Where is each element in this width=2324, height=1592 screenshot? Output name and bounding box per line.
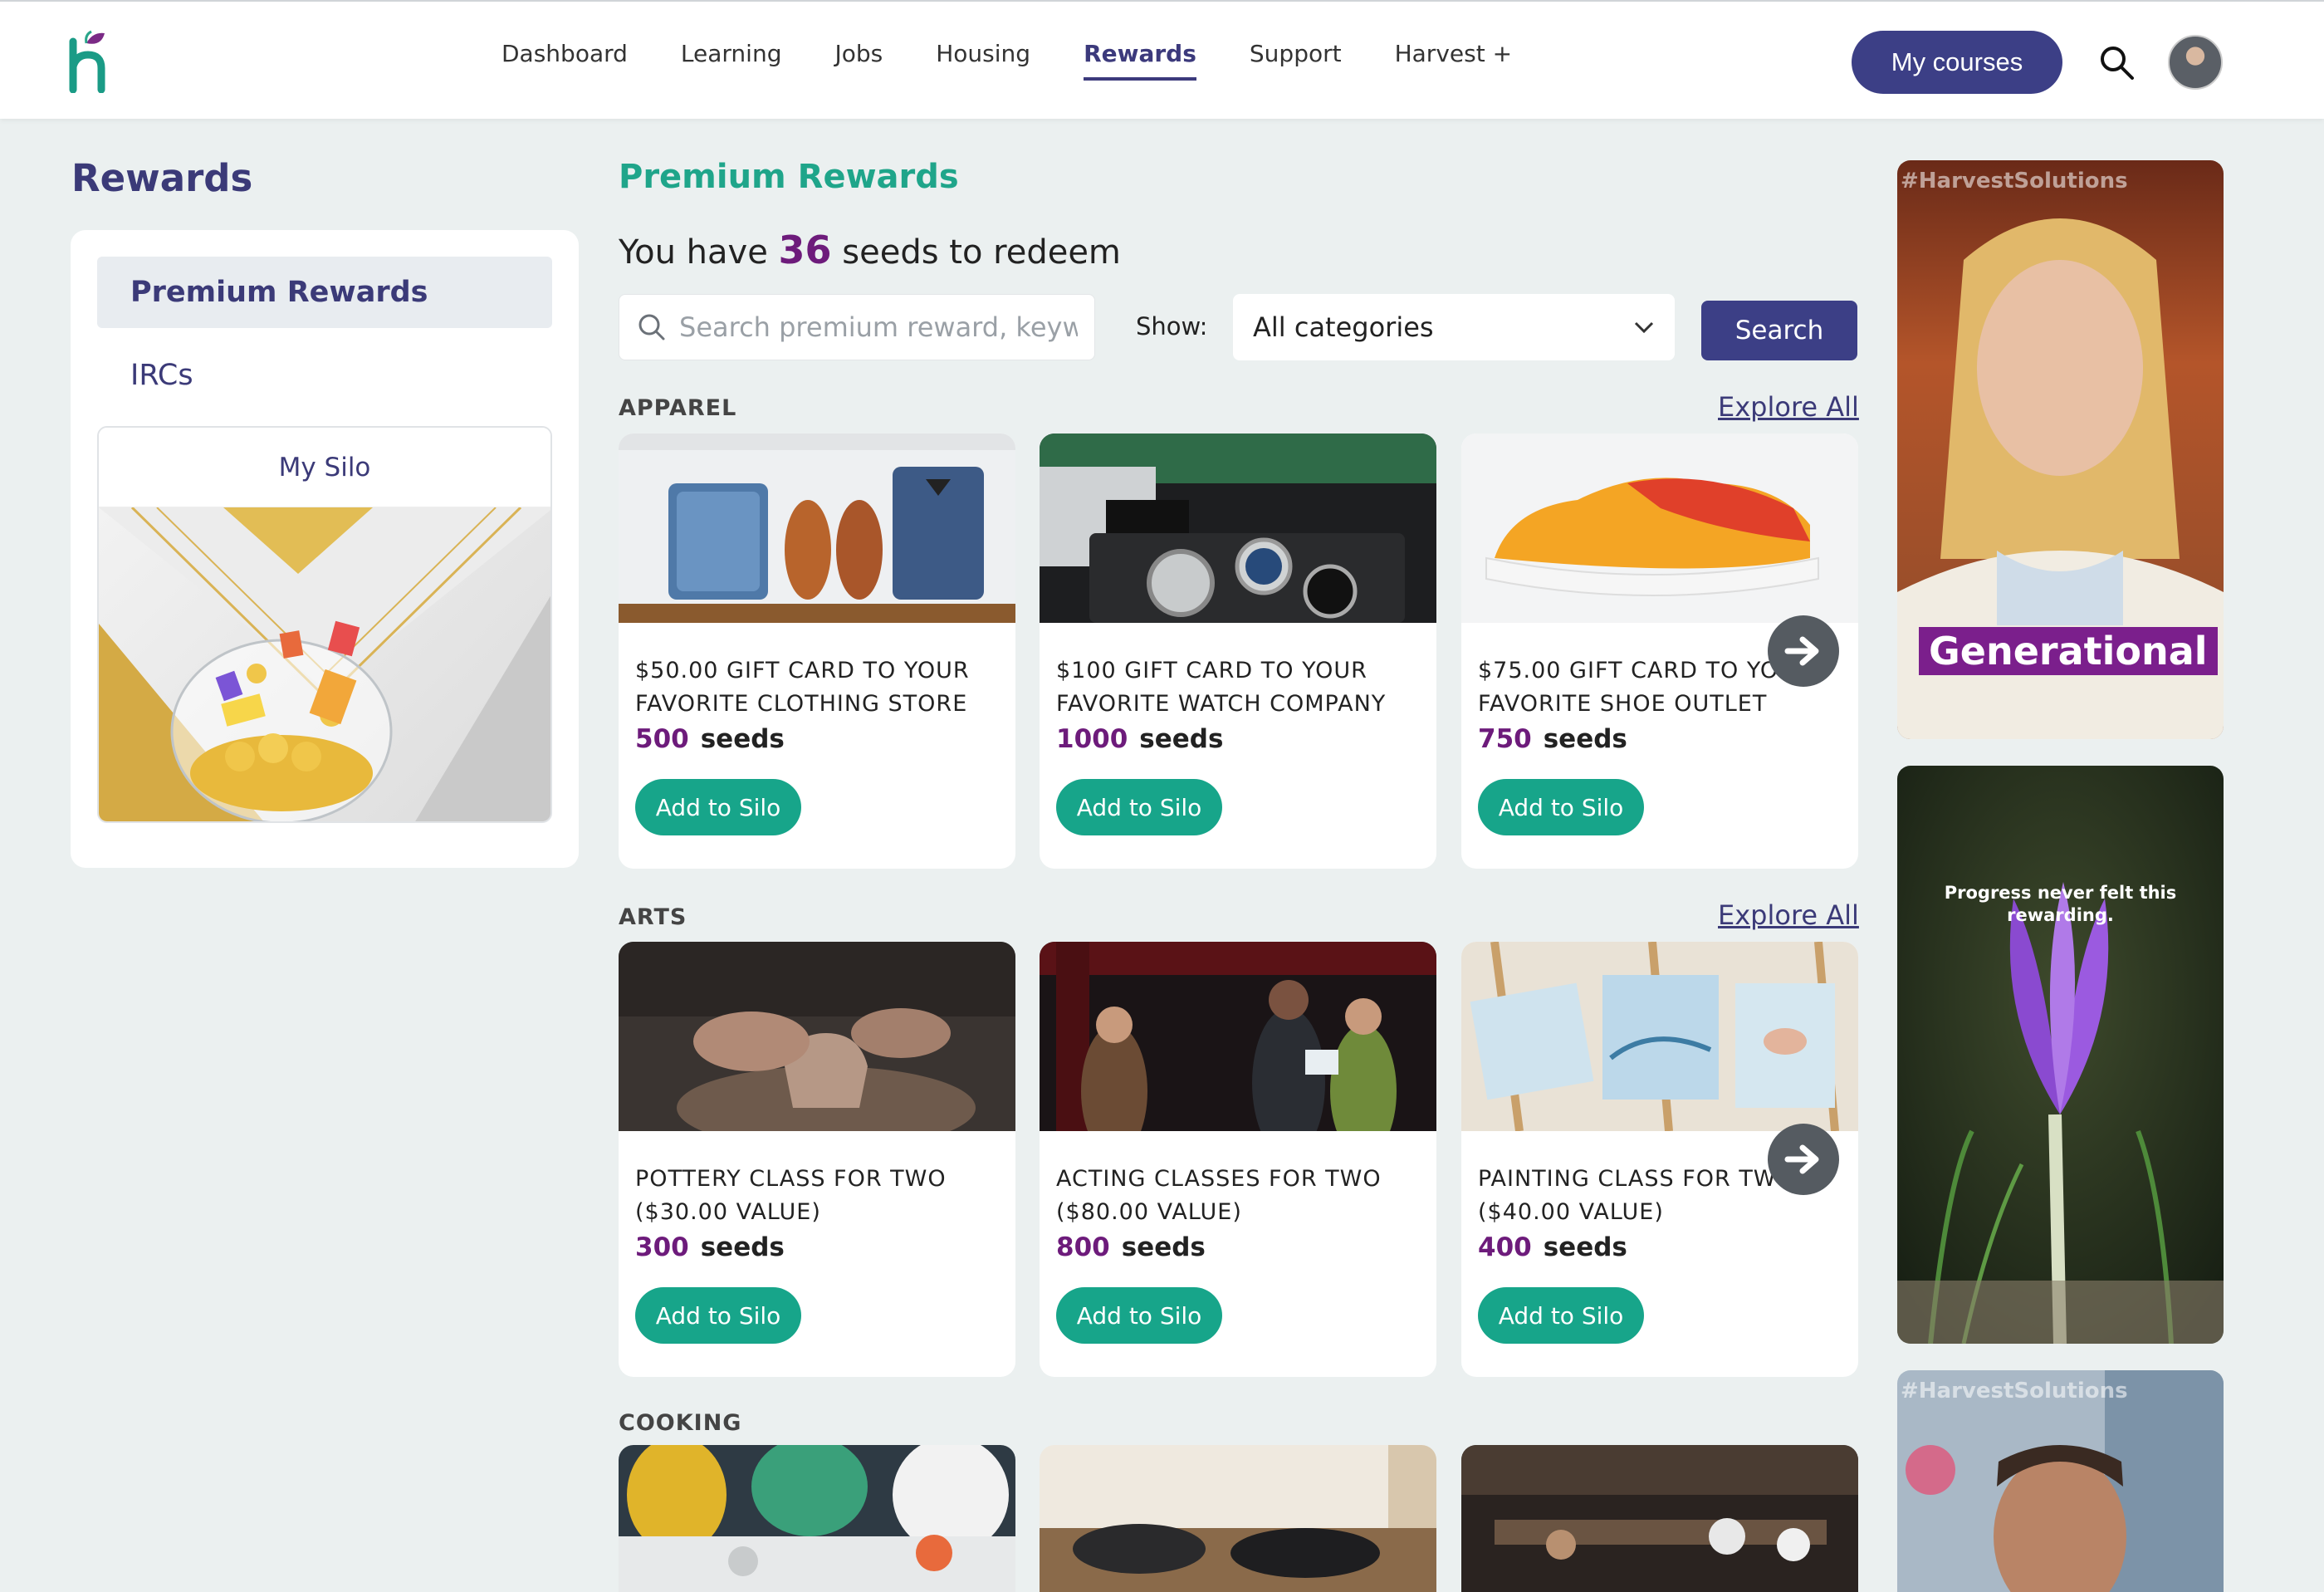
video-caption: Generational	[1919, 627, 2218, 675]
price-unit: seeds	[1543, 724, 1627, 754]
main-nav: Dashboard Learning Jobs Housing Rewards …	[501, 40, 1565, 81]
carousel-next-apparel[interactable]	[1768, 615, 1839, 687]
arrow-right-icon	[1784, 1144, 1819, 1174]
reward-price: 300 seeds	[635, 1232, 785, 1262]
section-label-cooking: COOKING	[619, 1410, 742, 1436]
seeds-count: 36	[778, 228, 832, 272]
reward-card: POTTERY CLASS FOR TWO ($30.00 VALUE) 300…	[619, 942, 1015, 1377]
price-value: 800	[1056, 1232, 1110, 1262]
seeds-suffix: seeds to redeem	[842, 233, 1121, 272]
arrow-right-icon	[1784, 636, 1819, 666]
watch-image	[1040, 434, 1436, 623]
nav-housing[interactable]: Housing	[936, 40, 1030, 81]
silo-jar-illustration	[99, 507, 550, 821]
reward-price: 500 seeds	[635, 724, 785, 754]
nav-learning[interactable]: Learning	[681, 40, 782, 81]
search-button[interactable]: Search	[1701, 301, 1857, 360]
price-value: 300	[635, 1232, 689, 1262]
harvest-logo[interactable]	[68, 30, 110, 93]
reward-price: 750 seeds	[1478, 724, 1627, 754]
price-unit: seeds	[1543, 1232, 1627, 1262]
price-value: 1000	[1056, 724, 1128, 754]
category-select[interactable]: All categories	[1233, 294, 1675, 360]
reward-search-input[interactable]	[679, 311, 1078, 343]
price-unit: seeds	[1139, 724, 1224, 754]
nav-harvest-plus[interactable]: Harvest +	[1395, 40, 1512, 81]
nav-rewards[interactable]: Rewards	[1084, 40, 1196, 81]
reward-title: $100 GIFT CARD TO YOUR FAVORITE WATCH CO…	[1056, 658, 1387, 717]
carousel-next-arts[interactable]	[1768, 1124, 1839, 1195]
cooking-class-image[interactable]	[619, 1445, 1015, 1592]
video-caption: Progress never felt this rewarding.	[1944, 883, 2177, 925]
reward-search-field[interactable]	[619, 294, 1095, 360]
category-selected-value: All categories	[1253, 311, 1434, 343]
seeds-balance: You have 36 seeds to redeem	[619, 228, 1121, 272]
reward-title: ACTING CLASSES FOR TWO ($80.00 VALUE)	[1056, 1166, 1382, 1225]
video-hashtag: #HarvestSolutions	[1901, 169, 2128, 193]
explore-all-arts[interactable]: Explore All	[1718, 899, 1859, 931]
nav-dashboard[interactable]: Dashboard	[501, 40, 628, 81]
chevron-down-icon	[1634, 321, 1654, 334]
my-courses-button[interactable]: My courses	[1852, 31, 2062, 94]
nav-support[interactable]: Support	[1250, 40, 1342, 81]
price-value: 400	[1478, 1232, 1532, 1262]
promo-video-progress[interactable]: Progress never felt this rewarding.	[1897, 766, 2224, 1344]
shoe-image	[1461, 434, 1858, 623]
reward-title: POTTERY CLASS FOR TWO ($30.00 VALUE)	[635, 1166, 947, 1225]
add-to-silo-button[interactable]: Add to Silo	[635, 779, 801, 835]
clothing-image	[619, 434, 1015, 623]
add-to-silo-button[interactable]: Add to Silo	[635, 1287, 801, 1344]
rewards-sidebar: Premium Rewards IRCs My Silo	[71, 230, 579, 868]
user-avatar[interactable]	[2168, 35, 2223, 90]
reward-price: 800 seeds	[1056, 1232, 1206, 1262]
price-value: 750	[1478, 724, 1532, 754]
video-hashtag: #HarvestSolutions	[1901, 1379, 2128, 1403]
page-title: Premium Rewards	[619, 158, 959, 196]
reward-card: $100 GIFT CARD TO YOUR FAVORITE WATCH CO…	[1040, 434, 1436, 869]
my-silo-label: My Silo	[99, 428, 550, 507]
pottery-image	[619, 942, 1015, 1131]
top-navbar: Dashboard Learning Jobs Housing Rewards …	[0, 0, 2324, 119]
search-icon[interactable]	[2097, 43, 2136, 81]
reward-card: $50.00 GIFT CARD TO YOUR FAVORITE CLOTHI…	[619, 434, 1015, 869]
add-to-silo-button[interactable]: Add to Silo	[1478, 779, 1644, 835]
restaurant-kitchen-image[interactable]	[1461, 1445, 1858, 1592]
price-unit: seeds	[700, 1232, 785, 1262]
sidebar-item-premium-rewards[interactable]: Premium Rewards	[97, 257, 552, 328]
sidebar-item-ircs[interactable]: IRCs	[97, 340, 552, 411]
promo-video-generational[interactable]: #HarvestSolutions Generational	[1897, 160, 2224, 739]
painting-image	[1461, 942, 1858, 1131]
reward-card: ACTING CLASSES FOR TWO ($80.00 VALUE) 80…	[1040, 942, 1436, 1377]
section-label-apparel: APPAREL	[619, 395, 737, 421]
explore-all-apparel[interactable]: Explore All	[1718, 391, 1859, 423]
search-field-icon	[638, 314, 665, 340]
reward-price: 1000 seeds	[1056, 724, 1223, 754]
add-to-silo-button[interactable]: Add to Silo	[1056, 1287, 1222, 1344]
add-to-silo-button[interactable]: Add to Silo	[1478, 1287, 1644, 1344]
show-label: Show:	[1136, 312, 1208, 340]
nav-jobs[interactable]: Jobs	[834, 40, 883, 81]
seeds-prefix: You have	[619, 233, 768, 272]
price-unit: seeds	[700, 724, 785, 754]
price-unit: seeds	[1121, 1232, 1206, 1262]
reward-price: 400 seeds	[1478, 1232, 1627, 1262]
my-silo-card[interactable]: My Silo	[97, 426, 552, 823]
acting-image	[1040, 942, 1436, 1131]
price-value: 500	[635, 724, 689, 754]
add-to-silo-button[interactable]: Add to Silo	[1056, 779, 1222, 835]
section-label-arts: ARTS	[619, 904, 687, 930]
sidebar-title: Rewards	[71, 156, 253, 200]
promo-video-man[interactable]: #HarvestSolutions	[1897, 1370, 2224, 1592]
reward-title: $50.00 GIFT CARD TO YOUR FAVORITE CLOTHI…	[635, 658, 970, 717]
cookware-image[interactable]	[1040, 1445, 1436, 1592]
